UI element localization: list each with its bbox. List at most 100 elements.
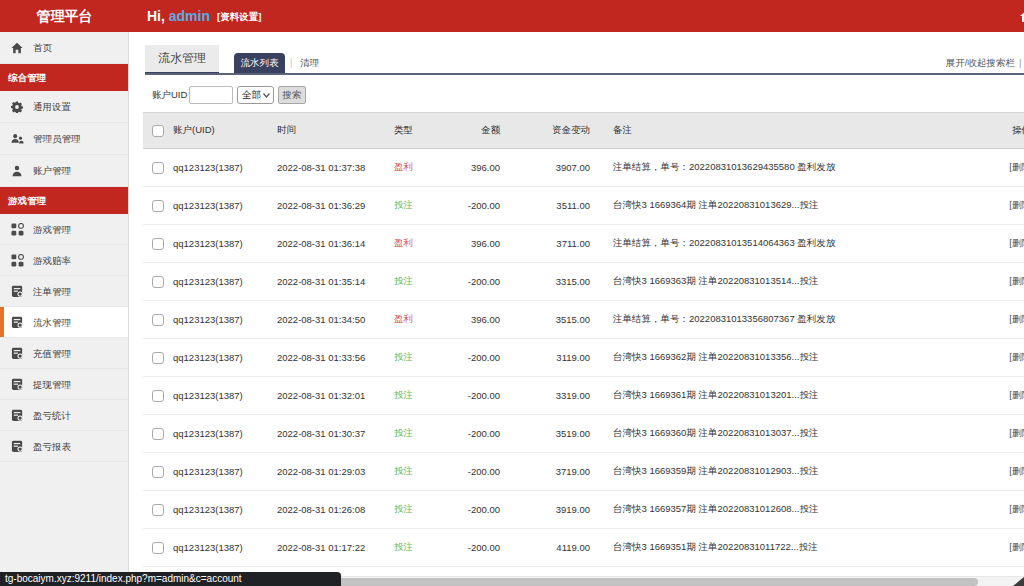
cell-time: 2022-08-31 01:34:50 [271,301,390,339]
row-checkbox[interactable] [152,466,164,478]
home-icon[interactable] [1019,8,1024,24]
sidebar-item-label: 账户管理 [33,155,71,186]
delete-link[interactable]: [删除] [1009,541,1024,552]
grid-icon [11,223,24,236]
delete-link[interactable]: [删除] [1009,465,1024,476]
cell-change: 3119.00 [500,339,590,377]
cell-change: 3919.00 [500,491,590,529]
sidebar-item-label: 流水管理 [33,307,71,338]
cell-account: qq123123(1387) [169,225,271,263]
delete-link[interactable]: [删除] [1009,313,1024,324]
cell-action: [删除] [983,415,1024,453]
row-checkbox[interactable] [152,390,164,402]
user-icon [11,165,24,178]
cell-type: 盈利 [390,225,440,263]
uid-input[interactable] [189,86,233,104]
sidebar-item-13[interactable]: 盈亏报表 [0,431,128,462]
toggle-search-link[interactable]: 展开/收起搜索栏 [946,53,1015,73]
delete-link[interactable]: [删除] [1009,275,1024,286]
cell-action: [删除] [983,187,1024,225]
delete-link[interactable]: [删除] [1009,237,1024,248]
sidebar-section-1: 综合管理 [0,64,128,91]
row-checkbox[interactable] [152,276,164,288]
type-badge: 盈利 [394,237,413,248]
cell-account: qq123123(1387) [169,415,271,453]
search-button[interactable]: 搜索 [278,86,306,104]
cell-time: 2022-08-31 01:17:22 [271,529,390,567]
greeting-prefix: Hi, [147,8,165,24]
row-checkbox[interactable] [152,238,164,250]
cell-action: [删除] [983,263,1024,301]
row-checkbox[interactable] [152,352,164,364]
cell-type: 盈利 [390,149,440,187]
tab-clean[interactable]: 清理 [300,53,319,73]
select-all-checkbox[interactable] [152,125,164,137]
type-badge: 投注 [394,541,413,552]
cell-amount: -200.00 [440,339,500,377]
report-icon [11,440,24,453]
sidebar-item-label: 盈亏统计 [33,400,71,431]
flow-table: 账户(UID) 时间 类型 金额 资金变动 备注 操作 qq123123(138… [143,112,1024,567]
cell-remark: 台湾快3 1669361期 注单20220831013201...投注 [590,377,983,415]
sidebar-item-label: 首页 [33,32,52,63]
row-checkbox[interactable] [152,314,164,326]
tab-separator: | [290,53,293,73]
cell-account: qq123123(1387) [169,377,271,415]
report-icon [11,378,24,391]
sidebar-item-9[interactable]: 流水管理 [0,307,128,338]
sidebar-item-10[interactable]: 充值管理 [0,338,128,369]
row-checkbox[interactable] [152,162,164,174]
cell-account: qq123123(1387) [169,187,271,225]
delete-link[interactable]: [删除] [1009,427,1024,438]
table-row: qq123123(1387)2022-08-31 01:30:37投注-200.… [143,415,1024,453]
cell-remark: 台湾快3 1669359期 注单20220831012903...投注 [590,453,983,491]
tab-flow-list[interactable]: 流水列表 [234,53,285,73]
type-badge: 投注 [394,351,413,362]
cell-account: qq123123(1387) [169,263,271,301]
sidebar-item-8[interactable]: 注单管理 [0,276,128,307]
flow-table-wrap: 账户(UID) 时间 类型 金额 资金变动 备注 操作 qq123123(138… [143,112,1024,567]
sidebar-item-2[interactable]: 通用设置 [0,91,128,123]
type-badge: 盈利 [394,161,413,172]
sidebar-item-0[interactable]: 首页 [0,32,128,64]
delete-link[interactable]: [删除] [1009,503,1024,514]
table-row: qq123123(1387)2022-08-31 01:37:38盈利396.0… [143,149,1024,187]
sidebar-item-12[interactable]: 盈亏统计 [0,400,128,431]
search-bar: 账户UID 全部 搜索 [129,86,1024,104]
cell-amount: -200.00 [440,491,500,529]
cell-action: [删除] [983,453,1024,491]
row-checkbox[interactable] [152,504,164,516]
cell-account: qq123123(1387) [169,301,271,339]
row-checkbox[interactable] [152,428,164,440]
sidebar-item-3[interactable]: 管理员管理 [0,123,128,155]
cell-action: [删除] [983,301,1024,339]
cell-amount: -200.00 [440,187,500,225]
type-select[interactable]: 全部 [237,86,274,104]
chevron-down-icon [263,93,270,98]
row-checkbox[interactable] [152,542,164,554]
delete-link[interactable]: [删除] [1009,351,1024,362]
sidebar-item-6[interactable]: 游戏管理 [0,214,128,245]
sidebar-item-7[interactable]: 游戏赔率 [0,245,128,276]
sidebar-item-4[interactable]: 账户管理 [0,155,128,187]
grid-icon [11,254,24,267]
sidebar-item-11[interactable]: 提现管理 [0,369,128,400]
gear-icon [11,101,24,114]
cell-account: qq123123(1387) [169,149,271,187]
cell-remark: 台湾快3 1669362期 注单20220831013356...投注 [590,339,983,377]
delete-link[interactable]: [删除] [1009,161,1024,172]
profile-settings-link[interactable]: [资料设置] [217,11,261,22]
report-icon [11,316,24,329]
row-checkbox[interactable] [152,200,164,212]
cell-type: 投注 [390,187,440,225]
sidebar-item-label: 充值管理 [33,338,71,369]
delete-link[interactable]: [删除] [1009,389,1024,400]
cell-change: 3711.00 [500,225,590,263]
header-action: 操作 [983,113,1024,149]
home-icon [11,42,24,55]
username-link[interactable]: admin [169,8,210,24]
table-row: qq123123(1387)2022-08-31 01:36:14盈利396.0… [143,225,1024,263]
cell-account: qq123123(1387) [169,453,271,491]
cell-change: 4119.00 [500,529,590,567]
delete-link[interactable]: [删除] [1009,199,1024,210]
